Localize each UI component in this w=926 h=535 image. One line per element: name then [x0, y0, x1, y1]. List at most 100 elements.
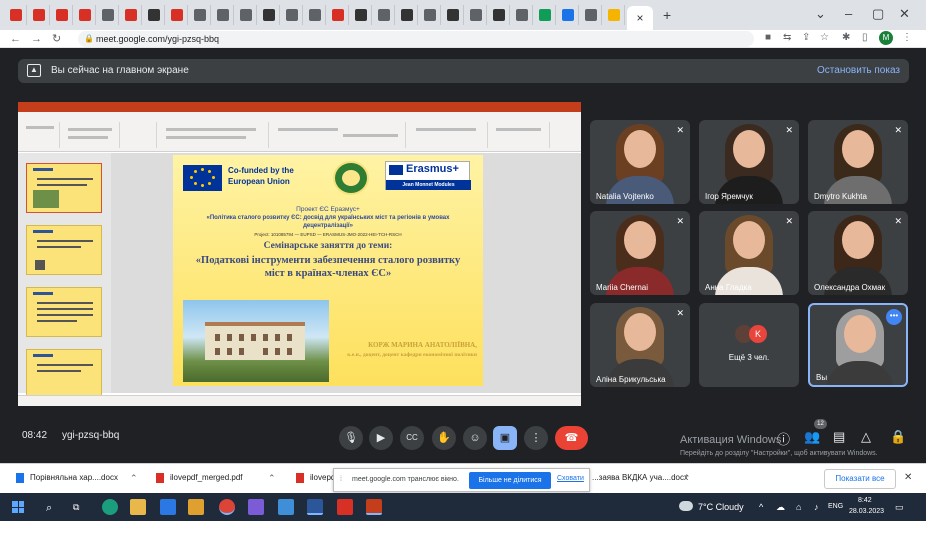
edge-browser-icon[interactable]	[102, 499, 118, 515]
url-input[interactable]: 🔒 meet.google.com/ygi-pzsq-bbq	[78, 31, 754, 47]
browser-tab[interactable]	[604, 5, 625, 25]
more-options-icon[interactable]: •••	[886, 309, 902, 325]
powerpoint-icon[interactable]	[366, 499, 382, 515]
show-all-downloads-button[interactable]: Показати все	[824, 469, 896, 489]
word-icon[interactable]	[307, 499, 323, 515]
browser-tab[interactable]	[443, 5, 464, 25]
camera-indicator-icon[interactable]: ■	[765, 32, 771, 43]
participant-tile[interactable]: ✕ Dmytro Kukhta	[808, 120, 908, 204]
slide-thumbnail-1[interactable]	[26, 163, 102, 213]
notifications-icon[interactable]: ▭	[895, 502, 904, 513]
activities-icon[interactable]: △	[861, 429, 871, 445]
browser-tab[interactable]	[351, 5, 372, 25]
browser-tab[interactable]	[466, 5, 487, 25]
volume-icon[interactable]: ♪	[814, 502, 819, 512]
browser-tab[interactable]	[29, 5, 50, 25]
chevron-up-icon[interactable]: ⌃	[683, 473, 691, 484]
browser-tab[interactable]	[6, 5, 27, 25]
acrobat-icon[interactable]	[337, 499, 353, 515]
minimize-icon[interactable]: –	[845, 6, 852, 21]
chevron-up-icon[interactable]: ⌃	[130, 473, 138, 484]
hide-notice-link[interactable]: Сховати	[557, 475, 584, 482]
browser-tab[interactable]	[98, 5, 119, 25]
self-view-tile[interactable]: ••• Вы	[808, 303, 908, 387]
browser-tab[interactable]	[52, 5, 73, 25]
end-call-button[interactable]: ☎	[555, 426, 588, 450]
task-view-icon[interactable]: ⧉	[73, 502, 79, 513]
participant-tile[interactable]: ✕ Mariia Chernai	[590, 211, 690, 295]
stop-presenting-button[interactable]: Остановить показ	[817, 65, 900, 76]
participant-tile[interactable]: ✕ Аліна Брикульська	[590, 303, 690, 387]
slide-thumbnail-4[interactable]	[26, 349, 102, 399]
file-explorer-icon[interactable]	[130, 499, 146, 515]
slide-thumbnail-2[interactable]	[26, 225, 102, 275]
browser-tab[interactable]	[236, 5, 257, 25]
weather-text[interactable]: 7°C Cloudy	[698, 502, 744, 512]
browser-tab[interactable]	[121, 5, 142, 25]
browser-tab[interactable]	[397, 5, 418, 25]
browser-tab[interactable]	[190, 5, 211, 25]
raise-hand-button[interactable]: ✋	[432, 426, 456, 450]
back-icon[interactable]: ←	[10, 33, 21, 45]
microphone-button[interactable]: 🎙	[339, 426, 363, 450]
app-icon[interactable]	[188, 499, 204, 515]
maximize-icon[interactable]: ▢	[872, 6, 884, 22]
share-page-icon[interactable]: ⇪	[802, 32, 810, 43]
browser-tab[interactable]	[259, 5, 280, 25]
host-controls-icon[interactable]: 🔒	[890, 429, 906, 445]
captions-button[interactable]: CC	[400, 426, 424, 450]
clock-time[interactable]: 8:42	[858, 497, 872, 504]
windows-start-icon[interactable]	[12, 501, 24, 513]
browser-tab[interactable]	[558, 5, 579, 25]
reload-icon[interactable]: ↻	[52, 32, 61, 45]
download-item[interactable]: ...заява ВКДКА уча....docx	[592, 473, 688, 482]
browser-tab[interactable]	[213, 5, 234, 25]
more-participants-tile[interactable]: K Ещё 3 чел.	[699, 303, 799, 387]
browser-tab[interactable]	[512, 5, 533, 25]
participant-tile[interactable]: ✕ Ігор Яремчук	[699, 120, 799, 204]
people-icon[interactable]: 👥	[804, 429, 820, 445]
close-download-bar-icon[interactable]: ✕	[904, 472, 912, 483]
new-tab-button[interactable]: +	[663, 7, 671, 23]
chat-icon[interactable]: ▤	[833, 429, 845, 445]
browser-tab[interactable]	[167, 5, 188, 25]
active-tab-close-icon[interactable]: ×	[627, 6, 653, 30]
stop-sharing-button[interactable]: Більше не ділитися	[469, 472, 551, 489]
search-icon[interactable]: ⌕	[46, 502, 52, 515]
participant-tile[interactable]: ✕ Natalia Vojtenko	[590, 120, 690, 204]
slide-thumbnail-3[interactable]	[26, 287, 102, 337]
browser-tab[interactable]	[581, 5, 602, 25]
close-window-icon[interactable]: ✕	[899, 6, 910, 22]
chevron-up-icon[interactable]: ⌃	[268, 473, 276, 484]
browser-tab[interactable]	[328, 5, 349, 25]
chevron-up-icon[interactable]: ^	[759, 502, 763, 512]
clock-date[interactable]: 28.03.2023	[849, 508, 884, 515]
browser-tab[interactable]	[420, 5, 441, 25]
translate-icon[interactable]: ⇆	[783, 32, 791, 43]
store-icon[interactable]	[160, 499, 176, 515]
browser-tab[interactable]	[305, 5, 326, 25]
extensions-icon[interactable]: ✱	[842, 32, 850, 43]
profile-avatar[interactable]: M	[879, 31, 893, 45]
present-screen-button[interactable]: ▣	[493, 426, 517, 450]
browser-tab[interactable]	[144, 5, 165, 25]
download-item[interactable]: ilovepdf_merged.pdf	[156, 473, 243, 483]
browser-tab[interactable]	[535, 5, 556, 25]
camera-button[interactable]: ▶	[369, 426, 393, 450]
forward-icon[interactable]: →	[31, 33, 42, 45]
browser-tab[interactable]	[374, 5, 395, 25]
cloud-icon[interactable]: ☁	[776, 502, 785, 513]
weather-cloud-icon[interactable]	[679, 501, 693, 511]
browser-tab[interactable]	[489, 5, 510, 25]
emoji-reaction-button[interactable]: ☺	[463, 426, 487, 450]
more-options-button[interactable]: ⋮	[524, 426, 548, 450]
network-icon[interactable]: ⌂	[796, 502, 801, 512]
app-icon[interactable]	[278, 499, 294, 515]
participant-tile[interactable]: ✕ Олександра Охмак	[808, 211, 908, 295]
side-panel-icon[interactable]: ▯	[862, 32, 868, 43]
download-item[interactable]: Порівняльна хар....docx	[16, 473, 118, 483]
chrome-icon[interactable]	[219, 499, 235, 515]
app-icon[interactable]	[248, 499, 264, 515]
tab-search-icon[interactable]: ⌄	[815, 6, 826, 22]
language-indicator[interactable]: ENG	[828, 503, 843, 510]
